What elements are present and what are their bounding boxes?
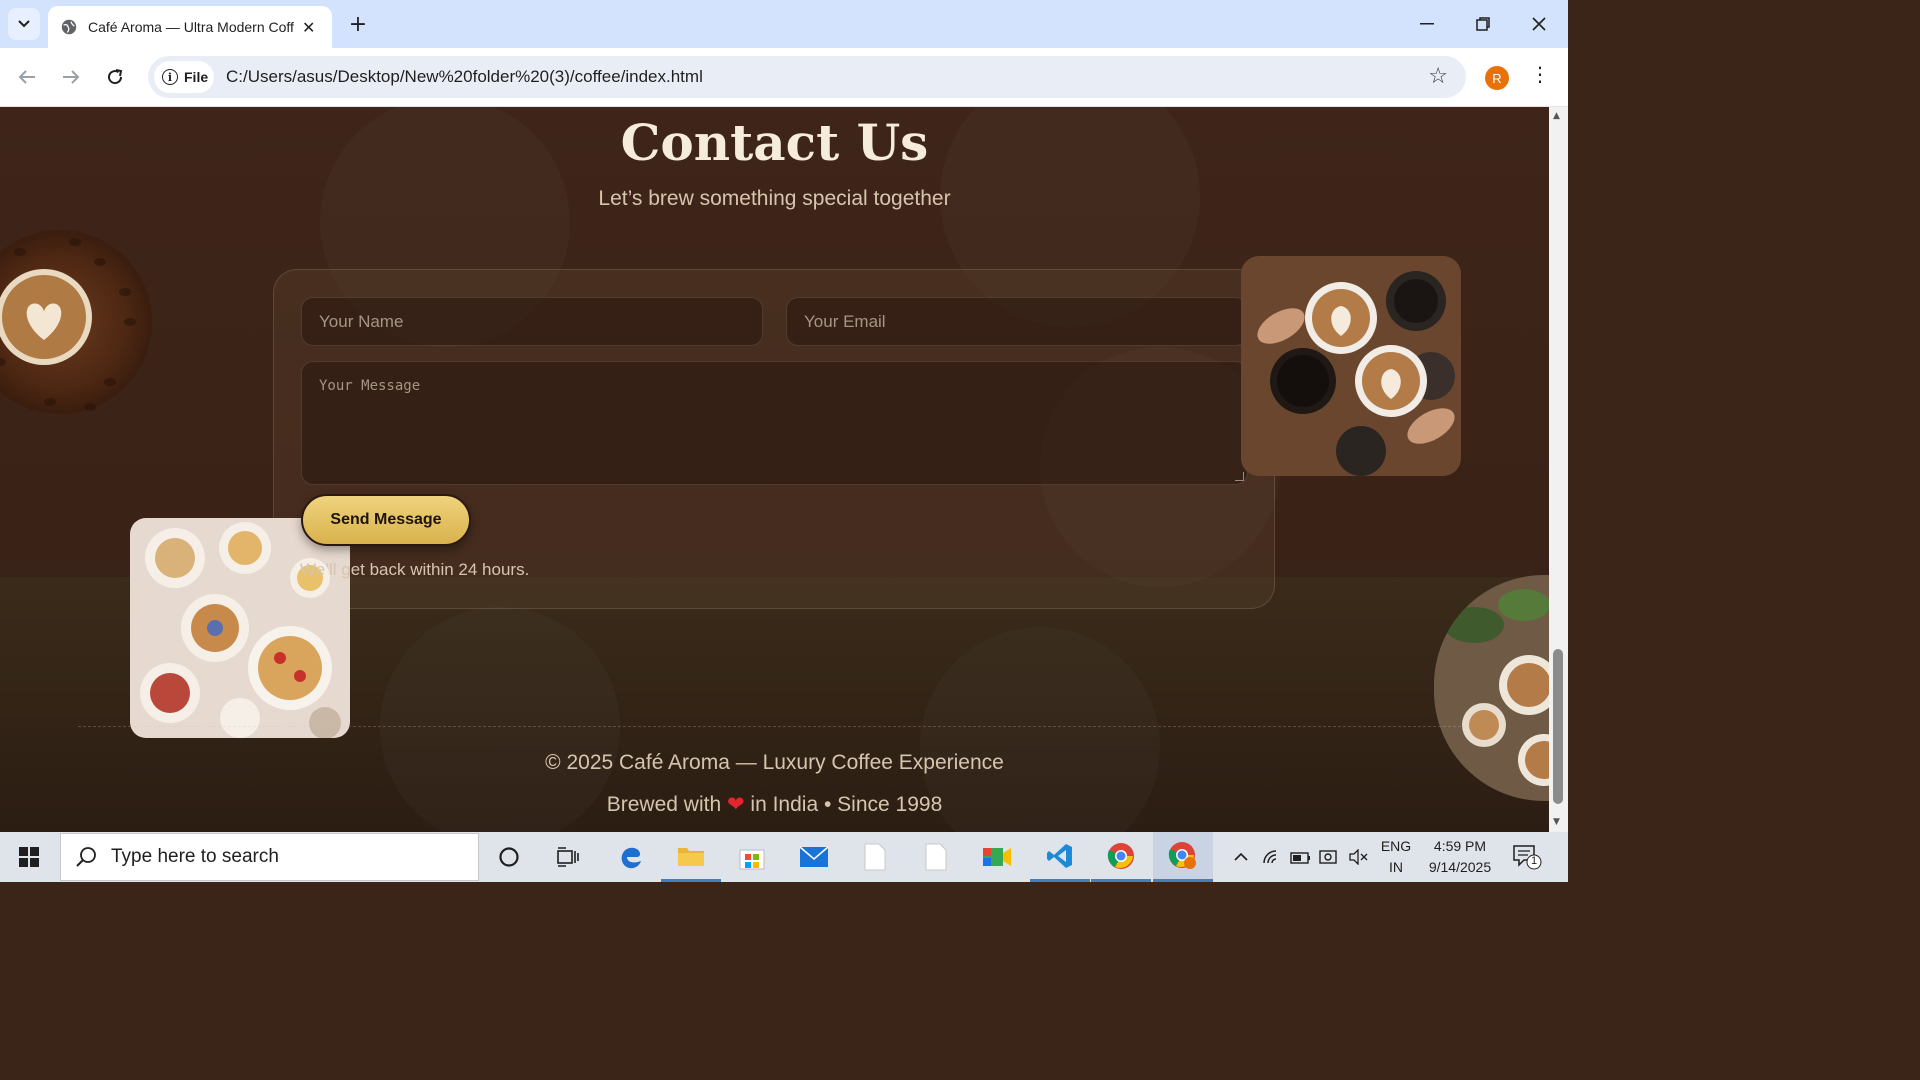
- new-tab-button[interactable]: +: [344, 10, 372, 38]
- folder-icon: [678, 847, 704, 866]
- web-page: Contact Us Let’s brew something special …: [0, 107, 1549, 832]
- task-view-button[interactable]: [538, 832, 598, 882]
- edge-icon: [621, 847, 641, 869]
- close-window-button[interactable]: [1511, 0, 1567, 48]
- taskbar-vscode[interactable]: [1030, 832, 1090, 882]
- taskbar-search-input[interactable]: Type here to search: [60, 833, 479, 881]
- notification-count: 1: [1530, 855, 1538, 867]
- info-icon: i: [162, 69, 178, 85]
- taskbar-clock[interactable]: 4:59 PM 9/14/2025: [1420, 836, 1500, 878]
- tab-close-icon[interactable]: ✕: [302, 18, 315, 37]
- cortana-button[interactable]: [479, 832, 539, 882]
- reload-button[interactable]: [100, 62, 130, 92]
- coffee-beans-latte-image: [0, 212, 152, 432]
- footer-copyright: © 2025 Café Aroma — Luxury Coffee Experi…: [545, 751, 1004, 774]
- task-view-icon: [557, 847, 579, 867]
- chip-label: File: [184, 69, 209, 85]
- resize-grip-icon[interactable]: [1235, 472, 1244, 481]
- message-textarea[interactable]: Your Message: [301, 361, 1248, 485]
- site-info-chip[interactable]: i File: [154, 61, 214, 93]
- document-icon: [864, 843, 886, 871]
- windows-taskbar: Type here to search ENG IN 4:59 PM 9/14/…: [0, 832, 1568, 882]
- footer-brewed-prefix: Brewed with: [606, 793, 722, 816]
- taskbar-file-2[interactable]: [906, 832, 966, 882]
- coffee-cups-image: [1241, 256, 1461, 476]
- taskbar-store[interactable]: [722, 832, 782, 882]
- action-center-button[interactable]: 1: [1512, 843, 1542, 871]
- cortana-circle-icon: [499, 847, 519, 867]
- send-message-button[interactable]: Send Message: [301, 494, 471, 546]
- taskbar-chrome-profile[interactable]: [1153, 832, 1213, 882]
- reply-note: We’ll get back within 24 hours.: [300, 560, 530, 579]
- back-button[interactable]: [12, 62, 42, 92]
- windows-logo-icon: [19, 847, 39, 867]
- taskbar-meet[interactable]: [967, 832, 1027, 882]
- store-icon: [739, 849, 765, 870]
- breakfast-table-image: [130, 518, 350, 738]
- url-text[interactable]: C:/Users/asus/Desktop/New%20folder%20(3)…: [226, 67, 703, 87]
- browser-menu-icon[interactable]: ⋮: [1530, 62, 1550, 86]
- contact-title: Contact Us: [620, 113, 929, 172]
- restore-icon: [1476, 17, 1490, 31]
- start-button[interactable]: [0, 832, 58, 882]
- taskbar-file-explorer[interactable]: [661, 832, 721, 882]
- chrome-profile-icon: [1168, 841, 1196, 869]
- volume-muted-icon[interactable]: [1345, 832, 1371, 882]
- message-placeholder: Your Message: [319, 378, 421, 394]
- mail-icon: [799, 846, 829, 867]
- search-placeholder: Type here to search: [111, 846, 279, 867]
- footer-brewed-suffix: in India • Since 1998: [750, 793, 943, 816]
- battery-icon[interactable]: [1288, 832, 1314, 882]
- clock-time: 4:59 PM: [1433, 838, 1487, 854]
- search-icon: [76, 847, 96, 867]
- document-icon: [925, 843, 947, 871]
- arrow-left-icon: [18, 70, 35, 84]
- name-input[interactable]: Your Name: [301, 297, 763, 346]
- chevron-down-icon: [18, 20, 30, 28]
- email-input[interactable]: Your Email: [786, 297, 1248, 346]
- scroll-thumb[interactable]: [1553, 649, 1563, 804]
- heart-icon: ❤: [726, 793, 745, 816]
- address-bar[interactable]: i File C:/Users/asus/Desktop/New%20folde…: [148, 56, 1466, 98]
- clock-date: 9/14/2025: [1428, 859, 1492, 875]
- active-tab[interactable]: Café Aroma — Ultra Modern Coffee ✕: [48, 6, 332, 48]
- tray-overflow-icon[interactable]: [1228, 832, 1254, 882]
- tab-title: Café Aroma — Ultra Modern Coffee: [88, 19, 294, 35]
- footer-tagline: Brewed with ❤ in India • Since 1998: [0, 792, 1549, 817]
- video-meet-icon: [983, 848, 1011, 866]
- lang-region: IN: [1389, 859, 1403, 875]
- vscode-icon: [1047, 843, 1072, 868]
- lang-code: ENG: [1380, 838, 1412, 854]
- taskbar-file-1[interactable]: [845, 832, 905, 882]
- forward-button[interactable]: [56, 62, 86, 92]
- globe-icon: [61, 19, 77, 35]
- tab-search-button[interactable]: [8, 8, 40, 40]
- page-scrollbar[interactable]: ▲ ▼: [1549, 107, 1568, 832]
- close-icon: [1532, 17, 1546, 31]
- taskbar-chrome[interactable]: [1091, 832, 1151, 882]
- reload-icon: [108, 69, 123, 85]
- profile-avatar[interactable]: R: [1485, 66, 1509, 90]
- footer-divider: [78, 726, 1471, 727]
- bookmark-star-icon[interactable]: ☆: [1428, 64, 1448, 89]
- minimize-icon: [1420, 23, 1434, 25]
- taskbar-edge[interactable]: [601, 832, 661, 882]
- minimize-button[interactable]: [1399, 0, 1455, 48]
- scroll-down-icon[interactable]: ▼: [1553, 817, 1560, 827]
- restore-button[interactable]: [1455, 0, 1511, 48]
- language-indicator[interactable]: ENG IN: [1377, 836, 1415, 878]
- contact-subtitle: Let’s brew something special together: [598, 187, 951, 210]
- browser-toolbar: i File C:/Users/asus/Desktop/New%20folde…: [0, 48, 1568, 107]
- arrow-right-icon: [63, 70, 80, 84]
- scroll-up-icon[interactable]: ▲: [1553, 111, 1560, 121]
- chrome-icon: [1107, 842, 1134, 869]
- device-icon[interactable]: [1316, 832, 1342, 882]
- tab-strip: Café Aroma — Ultra Modern Coffee ✕ +: [0, 0, 1568, 48]
- network-icon[interactable]: [1258, 832, 1286, 882]
- taskbar-mail[interactable]: [784, 832, 844, 882]
